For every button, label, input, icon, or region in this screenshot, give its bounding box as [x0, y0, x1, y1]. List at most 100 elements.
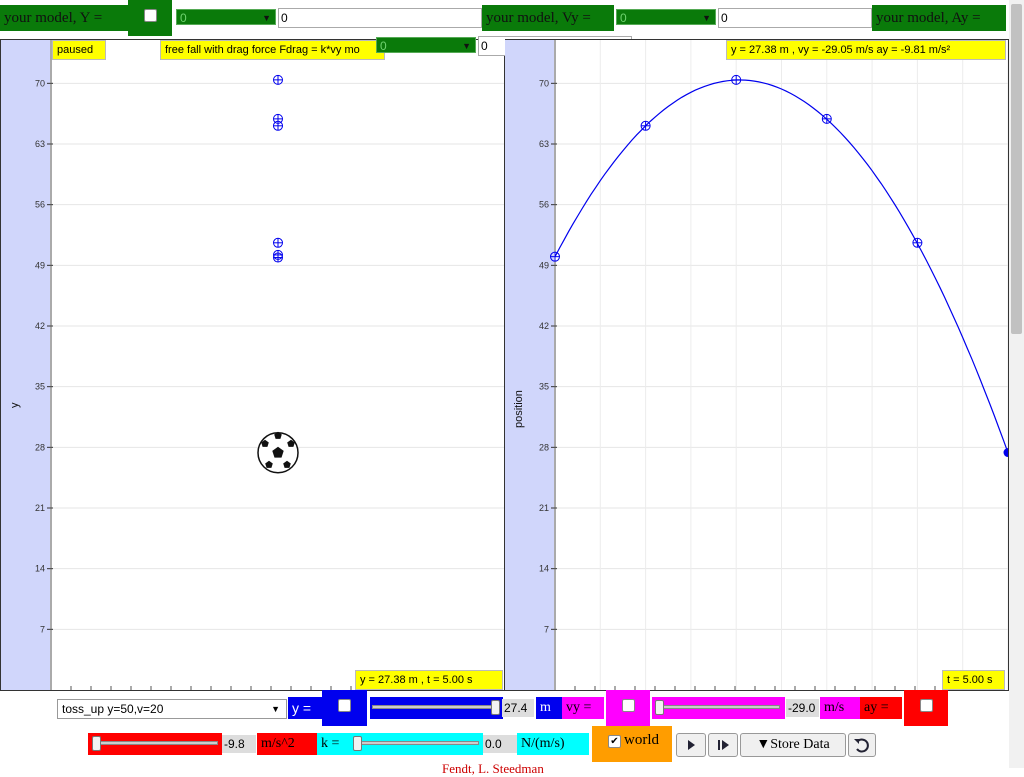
y-tick-label: 56 — [35, 200, 45, 210]
scenario-select-value: toss_up y=50,v=20 — [62, 702, 164, 716]
simulation-title: free fall with drag force Fdrag = k*vy m… — [160, 40, 385, 60]
graph-readout-top: y = 27.38 m , vy = -29.05 m/s ay = -9.81… — [726, 40, 1006, 60]
reset-button[interactable] — [848, 733, 876, 757]
k-label: k = — [317, 733, 349, 755]
model-vy-select[interactable]: 0 ▼ — [616, 9, 716, 25]
data-point-marker — [821, 113, 832, 124]
world-checkbox[interactable]: ✔ — [608, 735, 621, 748]
y-tick-label: 70 — [539, 78, 549, 88]
y-tick-label: 14 — [35, 564, 45, 574]
dropdown-triangle-icon: ▼ — [756, 737, 771, 752]
model-drag-select-value: 0 — [380, 39, 387, 53]
position-marker — [273, 120, 283, 131]
y-tick-label: 28 — [539, 442, 549, 452]
y-tick-label: 35 — [539, 382, 549, 392]
position-marker — [273, 237, 283, 248]
y-tick-label: 63 — [35, 139, 45, 149]
model-y-select[interactable]: 0 ▼ — [176, 9, 276, 25]
world-plot: 70 63 56 49 42 35 28 21 14 7 — [35, 40, 504, 690]
model-y-label: your model, Y = — [0, 5, 128, 31]
vy-slider[interactable] — [652, 697, 785, 719]
graph-plot: 70 63 56 49 42 35 28 21 14 7 — [539, 40, 1008, 690]
graph-readout-bottom: t = 5.00 s — [942, 670, 1005, 690]
scrollbar-track[interactable] — [1009, 0, 1024, 768]
scenario-select[interactable]: toss_up y=50,v=20 ▼ — [57, 699, 287, 719]
y-tick-label: 70 — [35, 78, 45, 88]
y-tick-label: 7 — [40, 624, 45, 634]
y-tick-label: 56 — [539, 200, 549, 210]
position-marker — [273, 252, 283, 263]
y-tick-label: 21 — [539, 503, 549, 513]
ay-slider-thumb[interactable] — [92, 736, 101, 751]
model-drag-select[interactable]: 0 ▼ — [376, 37, 476, 53]
k-slider[interactable] — [349, 733, 483, 755]
model-y-select-value: 0 — [180, 11, 187, 25]
step-forward-icon — [718, 740, 729, 750]
chevron-down-icon: ▼ — [702, 13, 711, 23]
vy-slider-thumb[interactable] — [655, 700, 664, 715]
y-tick-label: 49 — [35, 260, 45, 270]
model-vy-label: your model, Vy = — [482, 5, 614, 31]
vy-unit: m/s — [820, 697, 860, 719]
y-slider-track — [372, 705, 496, 709]
chevron-down-icon: ▼ — [271, 704, 280, 714]
vy-slider-track — [658, 705, 780, 709]
ay-toggle[interactable] — [904, 690, 948, 726]
y-slider[interactable] — [370, 697, 503, 719]
chevron-down-icon: ▼ — [462, 41, 471, 51]
scrollbar-thumb[interactable] — [1011, 4, 1022, 334]
play-icon — [688, 740, 695, 750]
graph-panel[interactable]: position 70 63 56 49 42 35 28 21 14 7 — [505, 39, 1009, 691]
model-y-input[interactable]: 0 — [278, 8, 482, 28]
k-slider-thumb[interactable] — [353, 736, 362, 751]
step-button[interactable] — [708, 733, 738, 757]
ay-label: ay = — [860, 697, 902, 719]
y-tick-label: 42 — [539, 321, 549, 331]
ay-checkbox[interactable] — [920, 699, 933, 712]
soccer-ball-icon — [257, 431, 299, 474]
status-label: paused — [52, 40, 106, 60]
world-toggle[interactable]: ✔ world — [592, 726, 672, 762]
reset-icon — [854, 738, 869, 753]
play-button[interactable] — [676, 733, 706, 757]
y-tick-label: 49 — [539, 260, 549, 270]
ay-slider[interactable] — [88, 733, 222, 755]
k-slider-track — [353, 741, 479, 745]
y-tick-label: 35 — [35, 382, 45, 392]
footer-credit: Fendt, L. Steedman — [442, 761, 544, 776]
data-point-marker — [731, 74, 742, 85]
y-tick-label: 21 — [35, 503, 45, 513]
y-slider-thumb[interactable] — [491, 700, 500, 715]
k-unit: N/(m/s) — [517, 733, 589, 755]
model-vy-select-value: 0 — [620, 11, 627, 25]
y-tick-label: 42 — [35, 321, 45, 331]
y-checkbox[interactable]: ✔ — [338, 699, 351, 712]
store-data-label: Store Data — [770, 737, 830, 752]
ay-slider-track — [92, 741, 218, 745]
ay-unit: m/s^2 — [257, 733, 317, 755]
chevron-down-icon: ▼ — [262, 13, 271, 23]
y-toggle[interactable]: ✔ — [322, 690, 367, 726]
data-point-marker — [550, 251, 560, 262]
vy-label: vy = — [562, 697, 604, 719]
y-value[interactable]: 27.4 — [502, 699, 534, 717]
vy-toggle[interactable] — [606, 690, 650, 726]
y-unit: m — [536, 697, 562, 719]
model-vy-input[interactable]: 0 — [718, 8, 872, 28]
vy-value[interactable]: -29.0 — [786, 699, 819, 717]
model-ay-label: your model, Ay = — [872, 5, 1006, 31]
y-label: y = — [288, 697, 322, 719]
current-point — [1003, 448, 1008, 458]
model-y-checkbox[interactable] — [144, 9, 157, 22]
y-tick-label: 63 — [539, 139, 549, 149]
k-value[interactable]: 0.0 — [483, 735, 517, 753]
store-data-button[interactable]: ▼Store Data — [740, 733, 846, 757]
model-y-toggle[interactable] — [128, 0, 172, 36]
world-label: world — [624, 732, 659, 748]
ay-value[interactable]: -9.8 — [222, 735, 256, 753]
y-tick-label: 14 — [539, 564, 549, 574]
vy-checkbox[interactable] — [622, 699, 635, 712]
data-point-marker — [912, 237, 923, 248]
y-tick-label: 7 — [544, 624, 549, 634]
world-panel[interactable]: y 70 63 56 49 42 35 28 21 14 7 — [0, 39, 505, 691]
